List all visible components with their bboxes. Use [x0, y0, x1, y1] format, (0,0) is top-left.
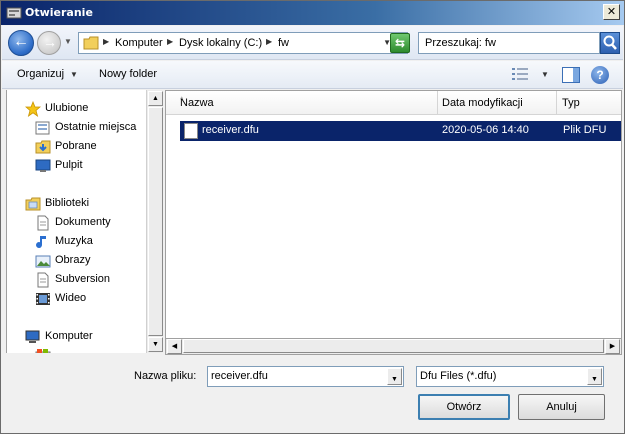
filetype-select[interactable]: Dfu Files (*.dfu) ▼	[416, 366, 604, 387]
search-placeholder: Przeszukaj: fw	[425, 37, 496, 49]
title-bar[interactable]: Otwieranie ✕	[1, 1, 624, 25]
navigation-pane-scrollbar[interactable]: ▲ ▼	[146, 90, 163, 353]
sidebar-item-label: Komputer	[45, 330, 93, 342]
breadcrumb-separator-icon[interactable]: ▶	[167, 37, 173, 46]
breadcrumb-item-fw[interactable]: fw	[278, 37, 289, 49]
preview-pane-icon	[573, 68, 579, 82]
forward-arrow-icon: →	[43, 34, 57, 50]
arrow-down-icon: ▼	[152, 341, 159, 348]
organize-dropdown-icon[interactable]: ▼	[70, 70, 78, 79]
sidebar-item-label: Wideo	[55, 292, 87, 304]
sort-ascending-icon: ^	[180, 97, 184, 104]
chevron-down-icon: ▼	[391, 376, 398, 383]
window-title: Otwieranie	[25, 6, 93, 19]
column-header-label: Nazwa	[180, 97, 214, 109]
app-icon	[6, 7, 22, 19]
filetype-dropdown-button[interactable]: ▼	[587, 368, 602, 385]
back-arrow-icon: ←	[13, 33, 29, 50]
scroll-thumb[interactable]	[148, 107, 163, 336]
column-header-label: Typ	[562, 97, 580, 109]
column-header-label: Data modyfikacji	[442, 97, 523, 109]
forward-button[interactable]: →	[37, 31, 61, 55]
column-header-name[interactable]: Nazwa ^	[166, 91, 438, 115]
sidebar-item-label: Pulpit	[55, 159, 83, 171]
navigation-pane: Ulubione Ostatnie miejsca Pobrane Pulpit	[6, 90, 146, 353]
documents-icon	[37, 215, 49, 231]
command-toolbar: Organizuj ▼ Nowy folder ▼ ?	[2, 61, 623, 89]
star-icon	[25, 101, 41, 117]
drive-icon	[35, 349, 51, 353]
arrow-left-icon: ◀	[171, 343, 178, 350]
breadcrumb-item-local-disk[interactable]: Dysk lokalny (C:)	[179, 37, 262, 49]
scroll-thumb[interactable]	[183, 339, 604, 353]
help-icon: ?	[596, 68, 604, 82]
refresh-icon: ⇆	[394, 36, 406, 50]
back-button[interactable]: ←	[8, 30, 34, 56]
scroll-left-button[interactable]: ◀	[167, 339, 182, 354]
subversion-icon	[37, 272, 49, 288]
column-header-date-modified[interactable]: Data modyfikacji	[438, 91, 557, 115]
breadcrumb-item-computer[interactable]: Komputer	[115, 37, 163, 49]
filename-input[interactable]: receiver.dfu	[211, 370, 268, 382]
close-button[interactable]: ✕	[603, 4, 620, 20]
downloads-icon	[35, 140, 51, 154]
new-folder-button[interactable]: Nowy folder	[99, 68, 157, 80]
search-input[interactable]: Przeszukaj: fw	[418, 32, 600, 54]
file-name: receiver.dfu	[202, 124, 259, 136]
close-icon: ✕	[606, 5, 617, 18]
libraries-icon	[25, 197, 41, 211]
file-date-modified: 2020-05-06 14:40	[442, 124, 529, 136]
computer-icon	[25, 330, 40, 343]
open-button[interactable]: Otwórz	[418, 394, 510, 420]
scroll-down-button[interactable]: ▼	[148, 337, 163, 352]
sidebar-item-label: Ostatnie miejsca	[55, 121, 137, 133]
scroll-up-button[interactable]: ▲	[148, 91, 163, 106]
filename-combobox[interactable]: receiver.dfu ▼	[207, 366, 404, 387]
column-header-type[interactable]: Typ	[557, 91, 621, 115]
file-list: Nazwa ^ Data modyfikacji Typ receiver.df…	[165, 90, 622, 339]
help-button[interactable]: ?	[591, 66, 609, 84]
filetype-selected-value: Dfu Files (*.dfu)	[420, 370, 497, 382]
open-file-dialog: Otwieranie ✕ ← → ▼ ▶ Komputer ▶ Dysk lok…	[0, 0, 625, 434]
sidebar-item-label: Pobrane	[55, 140, 97, 152]
sidebar-item-label: Subversion	[55, 273, 111, 285]
sidebar-item-label: Biblioteki	[45, 197, 90, 209]
history-dropdown-icon[interactable]: ▼	[64, 37, 72, 46]
cancel-button[interactable]: Anuluj	[518, 394, 605, 420]
sidebar-item-label: Ulubione	[45, 102, 89, 114]
filename-label: Nazwa pliku:	[134, 370, 197, 382]
arrow-right-icon: ▶	[609, 343, 616, 350]
search-button[interactable]	[600, 32, 620, 54]
file-icon	[184, 123, 198, 139]
file-list-horizontal-scrollbar[interactable]: ◀ ▶	[165, 339, 622, 355]
breadcrumb-separator-icon[interactable]: ▶	[266, 37, 272, 46]
pictures-icon	[35, 255, 51, 268]
chevron-down-icon: ▼	[591, 376, 598, 383]
file-type: Plik DFU	[563, 124, 607, 136]
address-bar[interactable]: ▶ Komputer ▶ Dysk lokalny (C:) ▶ fw ▼	[78, 32, 408, 54]
recent-places-icon	[35, 121, 50, 135]
preview-pane-button[interactable]	[562, 67, 580, 83]
breadcrumb-separator-icon: ▶	[103, 37, 110, 46]
views-dropdown-icon[interactable]: ▼	[541, 70, 549, 79]
arrow-up-icon: ▲	[152, 95, 159, 102]
navigation-bar: ← → ▼ ▶ Komputer ▶ Dysk lokalny (C:) ▶ f…	[2, 26, 623, 60]
sidebar-item-label: Obrazy	[55, 254, 91, 266]
refresh-button[interactable]: ⇆	[390, 33, 410, 53]
table-row[interactable]: receiver.dfu 2020-05-06 14:40 Plik DFU	[180, 121, 621, 141]
views-icon[interactable]	[512, 68, 528, 80]
organize-button[interactable]: Organizuj	[17, 68, 64, 80]
filename-dropdown-button[interactable]: ▼	[387, 368, 402, 385]
desktop-icon	[35, 159, 51, 172]
scroll-right-button[interactable]: ▶	[605, 339, 620, 354]
folder-icon	[83, 36, 99, 50]
video-icon	[36, 293, 50, 305]
sidebar-item-label: Muzyka	[55, 235, 93, 247]
sidebar-item-label: Dokumenty	[55, 216, 111, 228]
search-icon	[603, 35, 617, 50]
music-icon	[36, 236, 46, 249]
